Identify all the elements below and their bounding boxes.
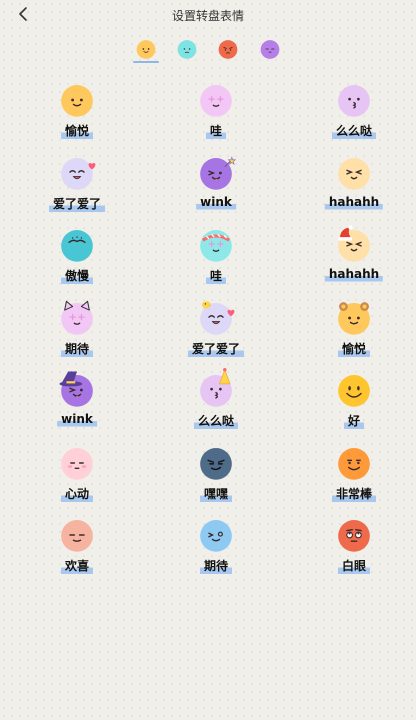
grin-face-icon (338, 447, 370, 480)
emote-item[interactable]: 期待 (8, 296, 146, 368)
emote-item[interactable]: 愉悦 (8, 78, 146, 150)
eye-roll-face-icon (338, 520, 370, 552)
smile-face-icon (136, 40, 156, 59)
big-smile-face-icon (338, 375, 370, 407)
emote-item[interactable]: wink (147, 151, 285, 223)
emote-label: 欢喜 (60, 557, 94, 576)
emote-item[interactable]: 非常棒 (285, 441, 416, 513)
emote-label: 么么哒 (331, 122, 377, 141)
emote-label: 期待 (60, 339, 94, 359)
kiss-face-icon (200, 368, 232, 407)
emote-item[interactable]: hahahh (285, 223, 416, 295)
emote-label: wink (57, 412, 97, 428)
tab-emotion-1[interactable] (133, 36, 159, 63)
content-face-icon (61, 520, 93, 552)
emote-item[interactable]: 么么哒 (285, 78, 416, 150)
laugh-face-icon (338, 157, 370, 190)
emotion-category-tabs (0, 36, 416, 66)
emote-label: 哇 (205, 122, 227, 141)
emote-item[interactable]: 傲慢 (8, 223, 146, 295)
emote-label: 爱了爱了 (48, 194, 106, 214)
tab-emotion-3[interactable] (215, 36, 241, 62)
emote-label: 傲慢 (60, 267, 94, 286)
emote-label: 爱了爱了 (187, 339, 245, 359)
emote-label: 愉悦 (60, 122, 94, 141)
header-bar: 设置转盘表情 (0, 0, 416, 30)
worried-face-icon (177, 40, 197, 59)
emote-label: hahahh (324, 194, 384, 211)
emote-item[interactable]: 期待 (147, 513, 285, 585)
emote-item[interactable]: hahahh (285, 151, 416, 223)
emote-label: 心动 (60, 484, 94, 504)
smile-face-icon (61, 85, 93, 117)
emote-item[interactable]: 爱了爱了 (147, 296, 285, 368)
happy-face-icon (61, 157, 96, 190)
tab-emotion-2[interactable] (174, 36, 200, 62)
emote-item[interactable]: 么么哒 (147, 368, 285, 440)
wink-face-icon (59, 370, 93, 407)
smile-face-icon (338, 301, 370, 335)
smirk-face-icon (200, 447, 232, 480)
emote-label: wink (196, 194, 236, 211)
emote-label: 嘿嘿 (199, 484, 233, 504)
tab-selected-indicator (133, 61, 159, 63)
emote-item[interactable]: 爱了爱了 (8, 151, 146, 223)
emote-item[interactable]: 愉悦 (285, 296, 416, 368)
emote-label: 期待 (199, 557, 233, 576)
emote-label: 白眼 (337, 557, 371, 576)
happy-face-icon (200, 300, 235, 335)
laugh-face-icon (338, 225, 370, 262)
emote-item[interactable]: 哇 (147, 223, 285, 295)
emote-item[interactable]: 好 (285, 368, 416, 440)
wink-face-icon (200, 155, 237, 190)
emote-label: 么么哒 (193, 412, 239, 431)
emote-label: 非常棒 (331, 484, 377, 504)
angry-face-icon (218, 40, 238, 59)
sleepy-face-icon (260, 40, 280, 59)
sparkle-face-icon (61, 300, 93, 335)
emote-item[interactable]: 白眼 (285, 513, 416, 585)
arrogant-face-icon (61, 230, 93, 262)
emote-label: 愉悦 (337, 339, 371, 359)
kiss-face-icon (338, 85, 370, 117)
emote-label: 好 (343, 412, 365, 431)
tab-emotion-4[interactable] (257, 36, 283, 62)
sparkle-face-icon (200, 230, 232, 262)
emote-item[interactable]: 欢喜 (8, 513, 146, 585)
emote-label: 哇 (205, 267, 227, 286)
emote-label: hahahh (324, 267, 384, 283)
emote-item[interactable]: 心动 (8, 441, 146, 513)
emote-item[interactable]: 嘿嘿 (147, 441, 285, 513)
wink-tongue-face-icon (200, 520, 232, 552)
shy-face-icon (61, 447, 93, 480)
emote-item[interactable]: wink (8, 368, 146, 440)
page-title: 设置转盘表情 (171, 9, 244, 23)
sparkle-face-icon (200, 85, 232, 117)
emote-item[interactable]: 哇 (147, 78, 285, 150)
